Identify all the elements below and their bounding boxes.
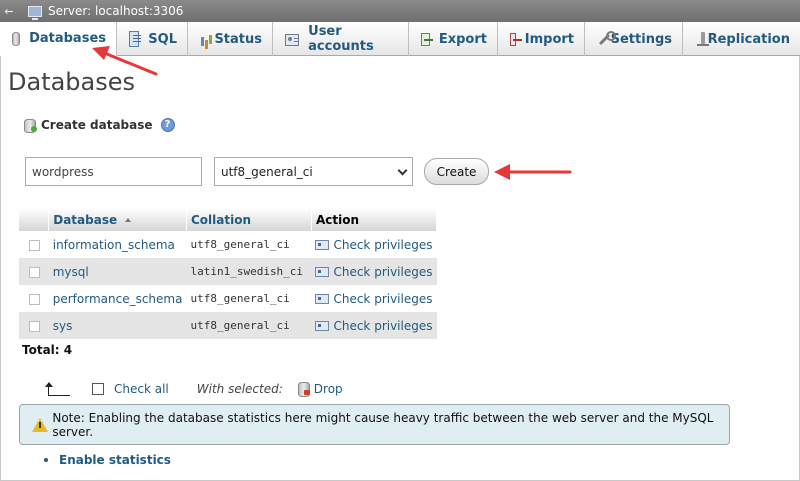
tab-status[interactable]: Status [188,22,273,56]
tab-label: SQL [148,31,177,47]
check-privileges-link[interactable]: Check privileges [311,231,437,258]
tab-databases[interactable]: Databases [0,22,117,56]
drop-link[interactable]: Drop [314,382,343,396]
warning-icon [32,417,49,432]
collation-value: utf8_general_ci [186,285,312,312]
create-button[interactable]: Create [424,158,489,185]
action-label: Check privileges [333,237,433,252]
arrow-up-left-icon [42,382,70,396]
database-name-link[interactable]: information_schema [48,231,187,258]
table-header-row: Database Collation Action [19,208,438,231]
action-label: Check privileges [333,318,433,333]
bullet-icon [44,458,48,462]
wrench-icon [597,31,615,47]
user-accounts-icon [285,34,300,46]
table-row: sys utf8_general_ci Check privileges [19,312,437,339]
collation-select[interactable]: utf8_general_ci [214,157,413,186]
tab-export[interactable]: Export [409,22,498,56]
back-arrow-icon[interactable]: ← [2,5,16,18]
table-row: mysql latin1_swedish_ci Check privileges [19,258,437,285]
database-name-link[interactable]: performance_schema [48,285,187,312]
status-icon [200,31,205,47]
header-collation[interactable]: Collation [186,208,312,231]
database-name-link[interactable]: mysql [48,258,187,285]
import-icon [510,32,522,46]
databases-table: Database Collation Action information_sc… [19,208,438,339]
row-checkbox[interactable] [29,293,40,305]
privileges-icon [315,321,330,331]
server-icon [28,5,42,20]
collation-value: utf8_general_ci [186,312,312,339]
database-icon [12,31,21,46]
page-title: Databases [8,68,136,96]
row-checkbox[interactable] [29,239,40,251]
server-title[interactable]: Server: localhost:3306 [48,4,183,18]
export-icon [421,32,433,46]
with-selected-label: With selected: [196,382,283,396]
row-checkbox[interactable] [29,320,40,332]
table-row: performance_schema utf8_general_ci Check… [19,285,437,312]
action-label: Check privileges [333,264,433,279]
notice-text: Note: Enabling the database statistics h… [52,410,714,439]
tab-sql[interactable]: SQL [117,22,188,56]
check-all-label[interactable]: Check all [114,382,169,396]
check-privileges-link[interactable]: Check privileges [311,258,437,285]
table-row: information_schema utf8_general_ci Check… [19,231,437,258]
bulk-actions-row: Check all With selected: Drop [42,379,343,399]
tab-label: User accounts [308,24,374,54]
check-privileges-link[interactable]: Check privileges [311,312,437,339]
database-name-link[interactable]: sys [48,312,187,339]
total-count: Total: 4 [22,343,73,357]
tab-label: Replication [707,31,790,47]
collation-value: utf8_general_ci [186,231,312,258]
privileges-icon [315,267,330,277]
header-action-label: Action [315,212,360,227]
tab-import[interactable]: Import [498,22,585,56]
tab-user-accounts[interactable]: User accounts [273,22,409,56]
row-checkbox[interactable] [29,266,40,278]
header-action: Action [311,208,438,231]
collation-selected-value: utf8_general_ci [221,164,313,179]
header-checkbox-column [19,208,50,231]
privileges-icon [315,294,330,304]
sort-ascending-icon [125,218,132,222]
header-database[interactable]: Database [48,208,187,231]
enable-statistics-link[interactable]: Enable statistics [59,453,171,467]
server-breadcrumb-bar: ← Server: localhost:3306 [0,0,800,22]
create-database-heading: Create database ? [24,118,175,133]
tab-settings[interactable]: Settings [585,22,683,56]
privileges-icon [315,240,330,250]
tab-label: Import [524,31,574,47]
collation-value: latin1_swedish_ci [186,258,312,285]
help-icon[interactable]: ? [160,118,175,132]
header-database-label: Database [53,212,118,227]
drop-database-icon[interactable] [297,382,310,397]
tab-label: Status [214,31,262,47]
tab-label: Databases [29,31,106,46]
sql-icon [129,31,142,47]
create-database-label: Create database [41,118,153,132]
enable-statistics-item: Enable statistics [44,453,171,467]
check-privileges-link[interactable]: Check privileges [311,285,437,312]
main-tab-bar: Databases SQL Status User accounts Expor… [0,22,800,56]
action-label: Check privileges [333,291,433,306]
tab-label: Export [438,31,487,47]
database-name-input[interactable] [25,157,202,186]
tab-replication[interactable]: Replication [683,22,800,56]
replication-icon [695,31,708,47]
statistics-notice: Note: Enabling the database statistics h… [19,404,730,445]
header-collation-label: Collation [190,212,251,227]
chevron-down-icon [397,165,408,176]
tab-label: Settings [610,31,672,47]
new-database-icon [24,118,37,133]
check-all-checkbox[interactable] [92,383,104,395]
